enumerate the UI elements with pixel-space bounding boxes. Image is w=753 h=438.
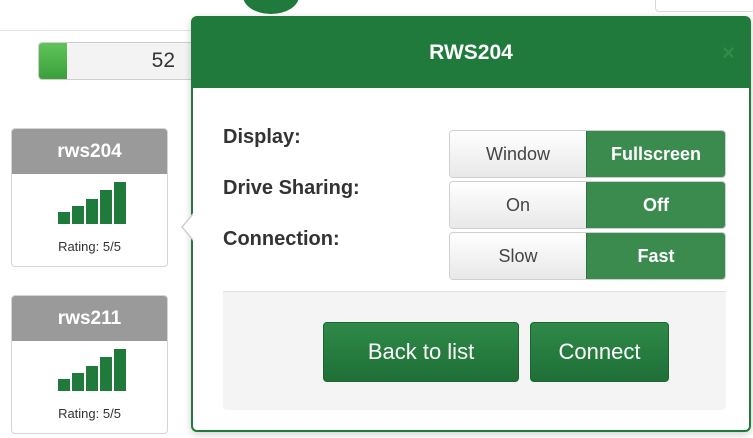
capacity-progress-bar: 52 [38,42,198,80]
option-connection: Connection: Slow Fast [223,228,749,280]
connection-toggle: Slow Fast [449,232,726,280]
drive-sharing-on-button[interactable]: On [450,182,586,228]
signal-strength-icon [58,349,126,391]
top-green-badge [243,0,299,14]
option-label: Drive Sharing: [223,177,360,199]
back-to-list-button[interactable]: Back to list [323,322,519,382]
signal-strength-icon [58,182,126,224]
drive-sharing-off-button[interactable]: Off [586,182,725,228]
machine-rating: Rating: 5/5 [58,406,121,421]
popover-header: RWS204 × [193,18,749,88]
option-label: Display: [223,126,301,148]
connection-slow-button[interactable]: Slow [450,233,586,279]
display-toggle: Window Fullscreen [449,130,726,178]
display-fullscreen-button[interactable]: Fullscreen [586,131,725,177]
machine-card-rws211[interactable]: rws211 Rating: 5/5 [11,295,168,434]
option-label: Connection: [223,228,340,250]
progress-count: 52 [151,49,175,72]
connect-button[interactable]: Connect [530,322,669,382]
close-icon[interactable]: × [722,40,735,66]
option-display: Display: Window Fullscreen [223,126,749,178]
top-right-field [655,0,753,12]
machine-rating: Rating: 5/5 [58,239,121,254]
popover-footer: Back to list Connect [223,291,726,410]
machine-card-rws204[interactable]: rws204 Rating: 5/5 [11,128,168,267]
machine-name: rws204 [12,129,167,174]
machine-name: rws211 [12,296,167,341]
connection-popover: RWS204 × Display: Window Fullscreen Driv… [181,16,751,432]
top-divider [0,30,200,31]
progress-fill [39,43,67,79]
drive-sharing-toggle: On Off [449,181,726,229]
display-window-button[interactable]: Window [450,131,586,177]
option-drive-sharing: Drive Sharing: On Off [223,177,749,229]
connection-fast-button[interactable]: Fast [586,233,725,279]
popover-title: RWS204 [429,41,513,64]
